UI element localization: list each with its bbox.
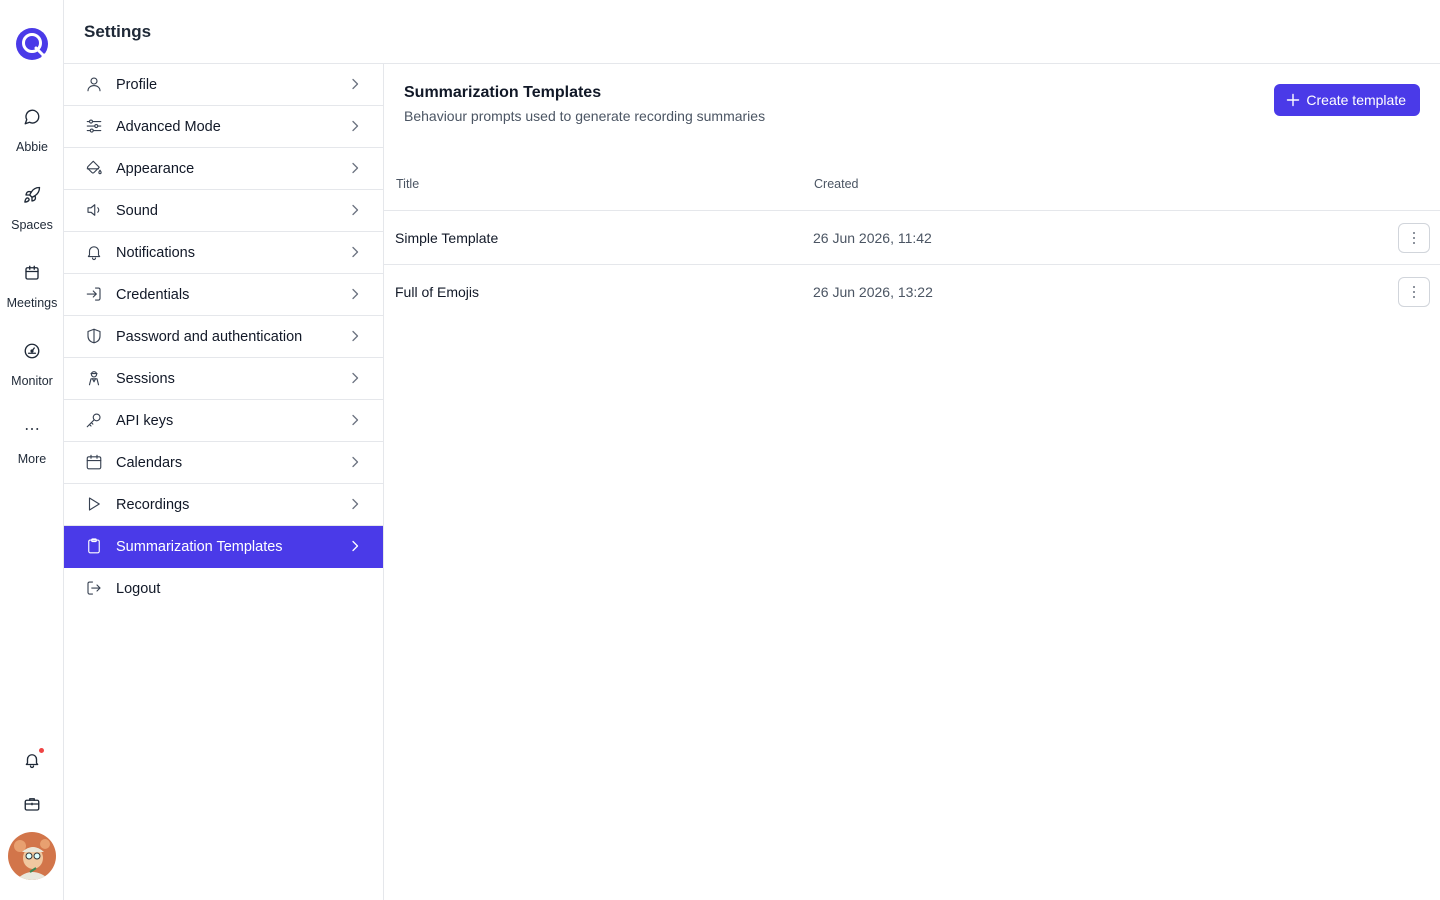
chevron-right-icon [352,78,359,90]
templates-table: Title Created Simple Template 26 Jun 202… [384,164,1440,319]
plus-icon [1287,93,1300,107]
settings-item-calendars[interactable]: Calendars [64,442,383,484]
speaker-icon [85,201,103,219]
play-icon [85,495,103,513]
settings-item-label: Advanced Mode [116,118,221,135]
rail-item-monitor[interactable]: Monitor [0,342,64,400]
settings-item-label: Logout [116,581,161,597]
settings-item-recordings[interactable]: Recordings [64,484,383,526]
settings-item-sound[interactable]: Sound [64,190,383,232]
vertical-ellipsis-icon [1413,286,1415,298]
settings-menu: Profile Advanced Mode Appearance Sound N… [64,64,384,900]
avatar[interactable] [8,832,56,880]
calendar-icon [85,453,103,471]
bell-icon [85,243,103,261]
settings-item-label: Sessions [116,370,175,387]
rail-item-meetings[interactable]: Meetings [0,264,64,322]
settings-item-label: Notifications [116,244,195,261]
row-actions-button[interactable] [1398,277,1430,307]
section-title: Summarization Templates [404,84,602,101]
settings-item-label: Sound [116,202,158,219]
rail-item-label: Abbie [16,140,48,154]
settings-item-label: Appearance [116,160,195,177]
table-row[interactable]: Full of Emojis 26 Jun 2026, 13:22 [384,265,1440,319]
settings-item-appearance[interactable]: Appearance [64,148,383,190]
rail-item-label: Monitor [11,374,53,388]
column-header-created: Created [814,177,859,191]
agent-icon [85,369,103,387]
sliders-icon [85,117,103,135]
brand-logo-icon[interactable] [15,27,49,61]
create-template-button[interactable]: Create template [1274,84,1420,116]
settings-item-label: Credentials [116,286,190,303]
app-rail: Abbie Spaces Meetings Monitor More [0,0,64,900]
settings-item-label: API keys [116,412,174,429]
settings-item-sessions[interactable]: Sessions [64,358,383,400]
settings-item-label: Recordings [116,496,190,513]
chevron-right-icon [352,498,359,510]
template-created: 26 Jun 2026, 11:42 [813,230,932,246]
paint-bucket-icon [85,159,103,177]
settings-item-advanced-mode[interactable]: Advanced Mode [64,106,383,148]
logout-icon [85,579,103,597]
page-title: Settings [84,22,152,41]
user-icon [85,75,103,93]
chevron-right-icon [352,288,359,300]
gauge-icon [23,342,41,365]
chevron-right-icon [352,456,359,468]
settings-item-label: Calendars [116,454,183,471]
chevron-right-icon [352,162,359,174]
chevron-right-icon [352,414,359,426]
ellipsis-icon [23,420,41,443]
clipboard-icon [85,537,103,555]
section-subtitle: Behaviour prompts used to generate recor… [404,108,766,124]
rail-item-label: Meetings [6,296,58,310]
vertical-ellipsis-icon [1413,232,1415,244]
settings-item-api-keys[interactable]: API keys [64,400,383,442]
settings-item-summarization-templates[interactable]: Summarization Templates [64,526,383,568]
template-title: Simple Template [395,230,499,246]
unread-indicator [39,748,44,753]
table-row[interactable]: Simple Template 26 Jun 2026, 11:42 [384,211,1440,265]
settings-item-logout[interactable]: Logout [64,568,383,610]
shield-icon [85,327,103,345]
chevron-right-icon [352,372,359,384]
rail-item-abbie[interactable]: Abbie [0,108,64,166]
settings-item-label: Summarization Templates [116,538,283,555]
chevron-right-icon [352,330,359,342]
settings-item-profile[interactable]: Profile [64,64,383,106]
briefcase-icon [23,795,41,818]
row-actions-button[interactable] [1398,223,1430,253]
template-title: Full of Emojis [395,284,480,300]
column-header-title: Title [396,177,420,191]
page-header: Settings [64,0,1440,64]
calendar-icon [23,264,41,287]
settings-item-credentials[interactable]: Credentials [64,274,383,316]
chevron-right-icon [352,246,359,258]
settings-item-label: Profile [116,76,158,93]
key-icon [85,411,103,429]
rail-item-spaces[interactable]: Spaces [0,186,64,244]
chevron-right-icon [352,120,359,132]
chevron-right-icon [352,540,359,552]
settings-item-password-authentication[interactable]: Password and authentication [64,316,383,358]
workspace-button[interactable] [20,794,44,818]
bell-icon [23,751,41,774]
rail-item-more[interactable]: More [0,420,64,478]
rail-item-label: More [17,452,47,466]
chevron-right-icon [352,204,359,216]
sign-in-icon [85,285,103,303]
rocket-icon [23,186,41,209]
chat-bubble-icon [23,108,41,131]
settings-item-notifications[interactable]: Notifications [64,232,383,274]
rail-item-label: Spaces [11,218,53,232]
settings-item-label: Password and authentication [116,328,303,345]
notifications-button[interactable] [20,748,44,774]
table-header: Title Created [384,164,1440,211]
template-created: 26 Jun 2026, 13:22 [813,284,933,300]
create-template-label: Create template [1306,92,1406,108]
templates-panel: Summarization Templates Behaviour prompt… [384,64,1440,900]
